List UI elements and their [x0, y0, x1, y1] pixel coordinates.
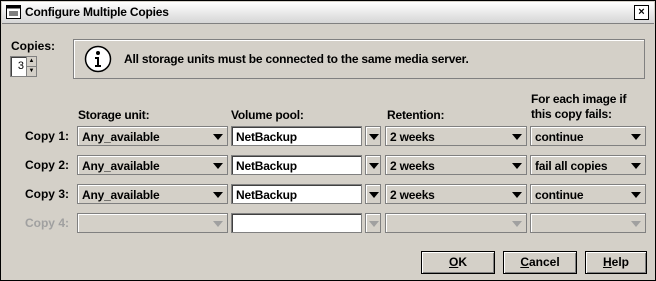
cancel-mnemonic: C — [520, 255, 529, 269]
chevron-down-icon — [631, 192, 641, 198]
copy-2-volume-pool-dropdown[interactable] — [365, 155, 381, 175]
copies-spinner[interactable]: 3 ▲ ▼ — [10, 56, 37, 77]
spinner-up-icon[interactable]: ▲ — [27, 57, 36, 67]
title-bar: Configure Multiple Copies × — [2, 2, 654, 24]
copy-1-volume-pool-dropdown[interactable] — [365, 126, 381, 146]
copy-1-label: Copy 1: — [24, 129, 69, 143]
copy-4-on-fail-select[interactable] — [530, 213, 646, 233]
ok-label: K — [458, 255, 467, 269]
copy-3-volume-pool-value: NetBackup — [236, 188, 297, 202]
copy-3-on-fail-value: continue — [535, 188, 584, 202]
help-button[interactable]: Help — [585, 251, 647, 274]
info-panel: All storage units must be connected to t… — [73, 39, 645, 79]
spinner-buttons: ▲ ▼ — [26, 57, 36, 76]
copy-1-retention-value: 2 weeks — [390, 130, 435, 144]
copy-3-retention-select[interactable]: 2 weeks — [385, 184, 527, 204]
copy-2-on-fail-select[interactable]: fail all copies — [530, 155, 646, 175]
header-retention: Retention: — [387, 108, 445, 122]
chevron-down-icon — [213, 192, 223, 198]
copy-3-storage-unit-value: Any_available — [82, 188, 160, 202]
copy-2-storage-unit-select[interactable]: Any_available — [77, 155, 228, 175]
close-icon: × — [638, 6, 645, 18]
header-storage-unit: Storage unit: — [78, 108, 150, 122]
copy-3-volume-pool-input[interactable]: NetBackup — [231, 184, 362, 204]
copy-3-storage-unit-select[interactable]: Any_available — [77, 184, 228, 204]
chevron-down-icon — [369, 192, 379, 198]
header-on-fail-line2: this copy fails: — [531, 107, 612, 121]
copy-1-storage-unit-value: Any_available — [82, 130, 160, 144]
copy-4-volume-pool-dropdown[interactable] — [365, 213, 381, 233]
chevron-down-icon — [512, 221, 522, 227]
chevron-down-icon — [512, 163, 522, 169]
chevron-down-icon — [369, 163, 379, 169]
copy-2-volume-pool-input[interactable]: NetBackup — [231, 155, 362, 175]
spinner-down-icon[interactable]: ▼ — [27, 67, 36, 76]
copy-2-retention-value: 2 weeks — [390, 159, 435, 173]
chevron-down-icon — [512, 134, 522, 140]
chevron-down-icon — [512, 192, 522, 198]
copy-4-storage-unit-select[interactable] — [77, 213, 228, 233]
window-icon — [6, 5, 21, 19]
copy-3-on-fail-select[interactable]: continue — [530, 184, 646, 204]
help-label: elp — [611, 255, 629, 269]
chevron-down-icon — [213, 221, 223, 227]
copy-1-volume-pool-value: NetBackup — [236, 130, 297, 144]
copy-2-label: Copy 2: — [24, 158, 69, 172]
chevron-down-icon — [369, 134, 379, 140]
chevron-down-icon — [369, 221, 379, 227]
info-icon — [84, 45, 112, 73]
copy-2-volume-pool-value: NetBackup — [236, 159, 297, 173]
chevron-down-icon — [631, 163, 641, 169]
copy-1-on-fail-select[interactable]: continue — [530, 126, 646, 146]
copy-1-storage-unit-select[interactable]: Any_available — [77, 126, 228, 146]
header-volume-pool: Volume pool: — [231, 108, 304, 122]
copies-label: Copies: — [11, 39, 56, 53]
chevron-down-icon — [213, 163, 223, 169]
window-title: Configure Multiple Copies — [25, 5, 169, 19]
cancel-label: ancel — [528, 255, 560, 269]
copy-4-label: Copy 4: — [24, 216, 69, 230]
copy-3-volume-pool-dropdown[interactable] — [365, 184, 381, 204]
copy-1-on-fail-value: continue — [535, 130, 584, 144]
close-button[interactable]: × — [634, 5, 649, 20]
help-mnemonic: H — [602, 255, 612, 269]
copy-1-volume-pool-input[interactable]: NetBackup — [231, 126, 362, 146]
configure-multiple-copies-dialog: Configure Multiple Copies × Copies: 3 ▲ … — [0, 0, 656, 281]
copy-2-on-fail-value: fail all copies — [535, 159, 608, 173]
cancel-button[interactable]: Cancel — [503, 251, 577, 274]
copy-2-retention-select[interactable]: 2 weeks — [385, 155, 527, 175]
copy-3-label: Copy 3: — [24, 187, 69, 201]
ok-button[interactable]: OK — [421, 251, 495, 274]
copies-value[interactable]: 3 — [13, 60, 24, 72]
header-on-fail-line1: For each image if — [531, 92, 627, 106]
copy-3-retention-value: 2 weeks — [390, 188, 435, 202]
info-message: All storage units must be connected to t… — [124, 52, 469, 66]
chevron-down-icon — [631, 221, 641, 227]
chevron-down-icon — [213, 134, 223, 140]
chevron-down-icon — [631, 134, 641, 140]
copy-4-retention-select[interactable] — [385, 213, 527, 233]
copy-4-volume-pool-input[interactable] — [231, 213, 362, 233]
ok-mnemonic: O — [448, 255, 459, 269]
copy-2-storage-unit-value: Any_available — [82, 159, 160, 173]
copy-1-retention-select[interactable]: 2 weeks — [385, 126, 527, 146]
